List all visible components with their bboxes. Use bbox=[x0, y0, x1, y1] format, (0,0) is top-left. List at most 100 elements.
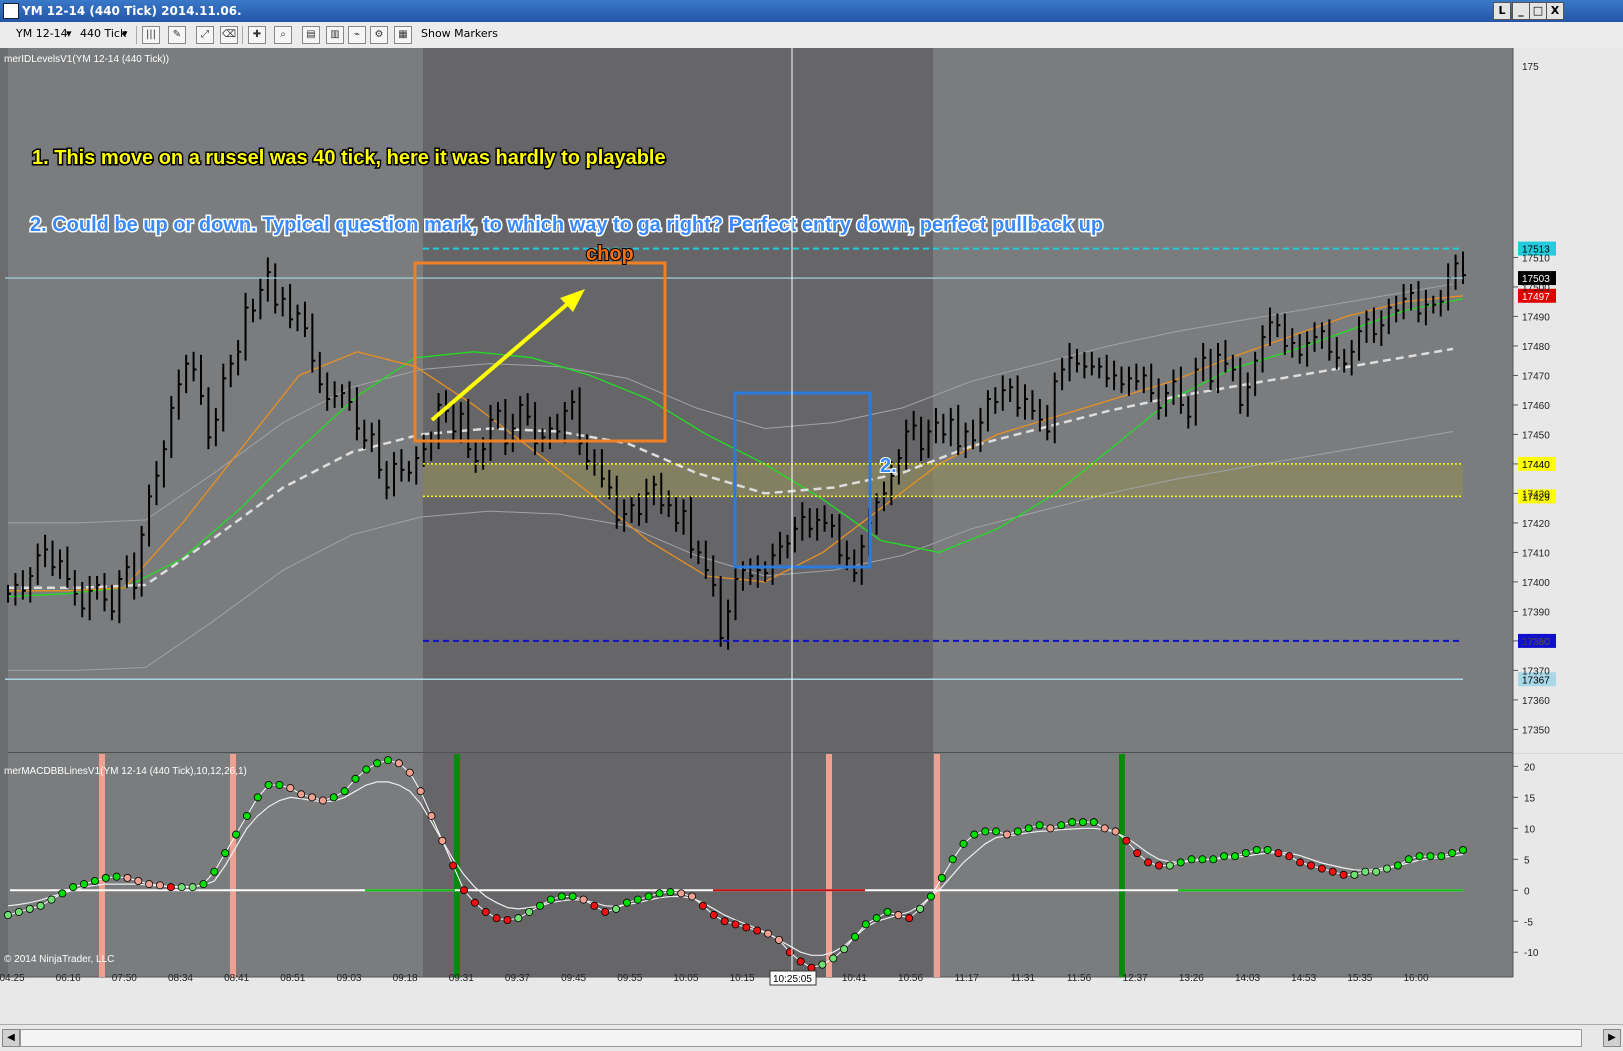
price-tick-label: 17430 bbox=[1522, 489, 1550, 500]
macd-dot bbox=[568, 892, 577, 901]
template-icon[interactable]: ▦ bbox=[394, 26, 412, 44]
macd-signal-column bbox=[1119, 754, 1125, 977]
strategies-icon[interactable]: ⌁ bbox=[348, 26, 366, 44]
macd-dot bbox=[1263, 846, 1272, 855]
scroll-thumb[interactable] bbox=[20, 1029, 1582, 1047]
interval-dropdown-icon[interactable]: ▾ bbox=[122, 27, 128, 40]
macd-dot bbox=[1209, 855, 1218, 864]
macd-dot bbox=[112, 872, 121, 881]
macd-dot bbox=[253, 793, 262, 802]
macd-dot bbox=[449, 861, 458, 870]
macd-dot bbox=[937, 873, 946, 882]
bar-style-icon[interactable]: ||| bbox=[142, 26, 160, 44]
time-tick-label: 11:56 bbox=[1067, 973, 1092, 984]
restore-button[interactable]: □ bbox=[1529, 2, 1547, 20]
drawing-tools-icon[interactable]: ⤢ bbox=[196, 26, 214, 44]
price-tick-label: 17360 bbox=[1522, 696, 1550, 707]
macd-dot bbox=[145, 880, 154, 889]
macd-dot bbox=[1437, 852, 1446, 861]
time-tick-label: 14:03 bbox=[1235, 973, 1260, 984]
price-tick-label: 17380 bbox=[1522, 637, 1550, 648]
macd-dot bbox=[536, 901, 545, 910]
price-chart[interactable]: 17513175031749717440174291738017367 1735… bbox=[0, 48, 1623, 1024]
macd-dot bbox=[318, 796, 327, 805]
macd-dot bbox=[1426, 852, 1435, 861]
time-tick-label: 09:55 bbox=[617, 973, 642, 984]
window-title: YM 12-14 (440 Tick) 2014.11.06. bbox=[22, 4, 242, 18]
interval-selector[interactable]: 440 Tick bbox=[80, 27, 126, 40]
macd-dot bbox=[80, 880, 89, 889]
macd-dot bbox=[1002, 830, 1011, 839]
macd-dot bbox=[601, 907, 610, 916]
macd-dot bbox=[981, 827, 990, 836]
zoom-icon[interactable]: ⌕ bbox=[274, 26, 292, 44]
price-tick-label: 17390 bbox=[1522, 607, 1550, 618]
macd-dot bbox=[525, 907, 534, 916]
price-top-label: 175 bbox=[1522, 62, 1539, 73]
horizontal-scrollbar[interactable]: ◀ ▶ bbox=[0, 1024, 1623, 1051]
macd-dot bbox=[916, 904, 925, 913]
crosshair-icon[interactable]: ✚ bbox=[248, 26, 266, 44]
macd-dot bbox=[90, 876, 99, 885]
time-tick-label: 10:05 bbox=[673, 973, 698, 984]
macd-dot bbox=[905, 914, 914, 923]
macd-dot bbox=[764, 929, 773, 938]
macd-dot bbox=[1111, 827, 1120, 836]
macd-dot bbox=[156, 881, 165, 890]
macd-dot bbox=[47, 895, 56, 904]
macd-dot bbox=[1339, 870, 1348, 879]
macd-dot bbox=[959, 839, 968, 848]
pencil-icon[interactable]: ✎ bbox=[168, 26, 186, 44]
time-tick-label: 11:17 bbox=[955, 973, 980, 984]
session-shade bbox=[423, 48, 933, 977]
macd-dot bbox=[1285, 852, 1294, 861]
macd-tick-label: 5 bbox=[1524, 855, 1530, 866]
minimize-button[interactable]: _ bbox=[1512, 2, 1530, 20]
time-tick-label: 09:37 bbox=[505, 973, 530, 984]
macd-dot bbox=[340, 787, 349, 796]
macd-dot bbox=[1372, 867, 1381, 876]
macd-dot bbox=[1035, 821, 1044, 830]
instrument-selector[interactable]: YM 12-14 bbox=[16, 27, 68, 40]
macd-dot bbox=[232, 830, 241, 839]
macd-tick-label: 20 bbox=[1524, 762, 1536, 773]
indicators-icon[interactable]: ▥ bbox=[326, 26, 344, 44]
macd-dot bbox=[460, 886, 469, 895]
link-button[interactable]: L bbox=[1493, 2, 1511, 20]
macd-dot bbox=[731, 920, 740, 929]
time-tick-label: 09:03 bbox=[336, 973, 361, 984]
macd-tick-label: 10 bbox=[1524, 824, 1536, 835]
macd-dot bbox=[1252, 846, 1261, 855]
macd-dot bbox=[796, 957, 805, 966]
show-markers-button[interactable]: Show Markers bbox=[421, 27, 498, 40]
macd-dot bbox=[373, 759, 382, 768]
macd-dot bbox=[427, 811, 436, 820]
macd-dot bbox=[948, 855, 957, 864]
macd-dot bbox=[1328, 867, 1337, 876]
time-tick-label: 09:18 bbox=[393, 973, 418, 984]
price-indicator-label: merIDLevelsV1(YM 12-14 (440 Tick)) bbox=[4, 54, 169, 65]
macd-dot bbox=[438, 836, 447, 845]
close-button[interactable]: X bbox=[1546, 2, 1564, 20]
macd-dot bbox=[861, 920, 870, 929]
scroll-right-icon[interactable]: ▶ bbox=[1603, 1029, 1621, 1047]
macd-dot bbox=[134, 876, 143, 885]
macd-dot bbox=[481, 907, 490, 916]
macd-dot bbox=[1241, 849, 1250, 858]
instrument-dropdown-icon[interactable]: ▾ bbox=[66, 27, 72, 40]
eraser-icon[interactable]: ⌫ bbox=[220, 26, 238, 44]
data-box-icon[interactable]: ▤ bbox=[302, 26, 320, 44]
macd-dot bbox=[926, 892, 935, 901]
annotation-note-2: 2. Could be up or down. Typical question… bbox=[30, 214, 1103, 236]
annotation-chop: chop bbox=[586, 243, 634, 265]
macd-dot bbox=[1198, 855, 1207, 864]
macd-dot bbox=[199, 880, 208, 889]
price-tick-label: 17500 bbox=[1522, 283, 1550, 294]
macd-signal-column bbox=[826, 754, 832, 977]
price-tick-label: 17450 bbox=[1522, 430, 1550, 441]
macd-dot bbox=[58, 889, 67, 898]
macd-dot bbox=[1415, 852, 1424, 861]
properties-icon[interactable]: ⚙ bbox=[370, 26, 388, 44]
scroll-left-icon[interactable]: ◀ bbox=[2, 1029, 20, 1047]
macd-dot bbox=[123, 873, 132, 882]
